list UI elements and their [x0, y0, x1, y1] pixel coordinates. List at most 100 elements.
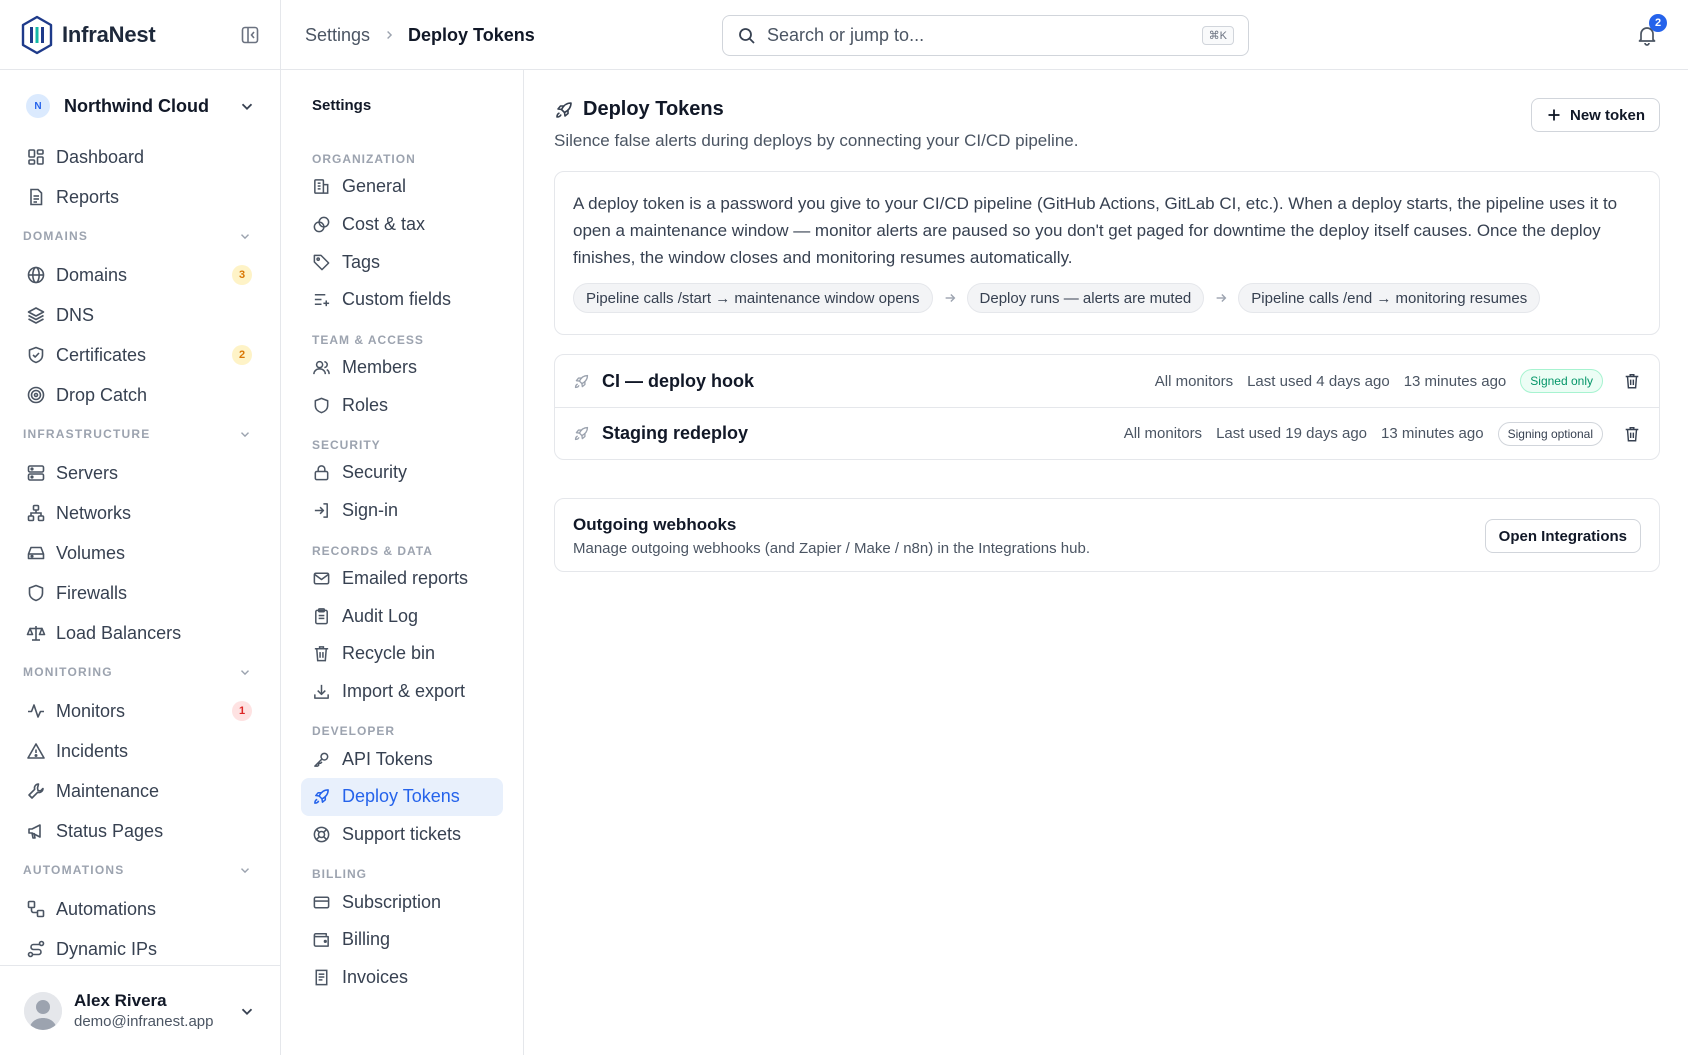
- life-buoy-icon: [313, 826, 330, 843]
- nav-item-dynamic-ips[interactable]: Dynamic IPs: [0, 929, 280, 969]
- nav-item-certificates[interactable]: Certificates 2: [0, 335, 280, 375]
- chevron-down-icon: [241, 234, 249, 240]
- rocket-icon: [556, 101, 572, 118]
- settings-item-import-export[interactable]: Import & export: [301, 673, 503, 711]
- infranest-logo-icon[interactable]: [20, 15, 54, 55]
- main-nav: Dashboard Reports DOMAINS Domains 3 DNS …: [0, 137, 280, 969]
- settings-item-audit-log[interactable]: Audit Log: [301, 597, 503, 635]
- activity-icon: [28, 704, 44, 718]
- shield-icon: [28, 584, 44, 602]
- wallet-icon: [313, 933, 329, 948]
- log-in-icon: [314, 503, 328, 519]
- settings-item-billing[interactable]: Billing: [301, 921, 503, 959]
- settings-item-label: Sign-in: [342, 500, 399, 521]
- network-icon: [27, 504, 45, 522]
- new-token-label: New token: [1569, 106, 1645, 124]
- settings-section-title: BILLING: [312, 867, 367, 882]
- nav-item-label: Firewalls: [56, 582, 128, 603]
- nav-item-volumes[interactable]: Volumes: [0, 533, 280, 573]
- nav-item-automations[interactable]: Automations: [0, 889, 280, 929]
- trash-icon[interactable]: [1623, 372, 1641, 390]
- nav-item-reports[interactable]: Reports: [0, 177, 280, 217]
- settings-item-label: General: [342, 176, 407, 197]
- org-switcher[interactable]: N Northwind Cloud: [26, 86, 256, 126]
- receipt-icon: [315, 969, 328, 986]
- shield-check-icon: [28, 346, 44, 364]
- rocket-icon: [574, 374, 589, 388]
- sidebar-collapse-icon[interactable]: [240, 25, 260, 45]
- download-icon: [314, 684, 329, 699]
- settings-item-deploy-tokens[interactable]: Deploy Tokens: [301, 777, 503, 816]
- nav-item-label: Certificates: [56, 344, 147, 365]
- settings-item-support-tickets[interactable]: Support tickets: [301, 816, 503, 854]
- settings-item-custom-fields[interactable]: Custom fields: [301, 281, 503, 319]
- count-badge: 3: [232, 265, 252, 285]
- search-shortcut-hint: ⌘K: [1201, 26, 1234, 45]
- nav-item-servers[interactable]: Servers: [0, 453, 280, 493]
- nav-item-monitors[interactable]: Monitors 1: [0, 691, 280, 731]
- settings-item-cost-tax[interactable]: Cost & tax: [301, 206, 503, 244]
- chevron-down-icon: [241, 1008, 253, 1015]
- settings-item-label: Deploy Tokens: [342, 786, 460, 807]
- arrow-right-icon: [1216, 294, 1227, 302]
- nav-item-label: DNS: [56, 304, 95, 325]
- clipboard-icon: [315, 607, 328, 624]
- settings-item-recycle-bin[interactable]: Recycle bin: [301, 635, 503, 673]
- breadcrumb-settings-link[interactable]: Settings: [305, 25, 370, 46]
- nav-item-dns[interactable]: DNS: [0, 295, 280, 335]
- open-integrations-button[interactable]: Open Integrations: [1484, 519, 1641, 553]
- nav-item-firewalls[interactable]: Firewalls: [0, 573, 280, 613]
- nav-item-load-balancers[interactable]: Load Balancers: [0, 613, 280, 653]
- server-icon: [27, 465, 45, 481]
- key-icon: [314, 752, 329, 767]
- nav-item-incidents[interactable]: Incidents: [0, 731, 280, 771]
- settings-item-roles[interactable]: Roles: [301, 386, 503, 424]
- trash-icon: [314, 646, 329, 662]
- settings-item-members[interactable]: Members: [301, 349, 503, 387]
- settings-item-security[interactable]: Security: [301, 454, 503, 492]
- nav-section-monitoring[interactable]: MONITORING: [0, 653, 280, 691]
- nav-item-domains[interactable]: Domains 3: [0, 255, 280, 295]
- settings-item-subscription[interactable]: Subscription: [301, 883, 503, 921]
- settings-item-emailed-reports[interactable]: Emailed reports: [301, 560, 503, 598]
- page-title: Deploy Tokens: [583, 98, 724, 120]
- shield-icon: [314, 397, 329, 414]
- user-menu[interactable]: Alex Rivera demo@infranest.app: [0, 965, 280, 1055]
- nav-item-networks[interactable]: Networks: [0, 493, 280, 533]
- nav-item-label: Dashboard: [56, 146, 145, 167]
- new-token-button[interactable]: New token: [1530, 98, 1660, 132]
- rocket-icon: [314, 789, 329, 805]
- nav-item-label: Load Balancers: [56, 622, 182, 643]
- token-last-used: Last used 4 days ago: [1247, 372, 1390, 390]
- nav-section-infrastructure[interactable]: INFRASTRUCTURE: [0, 415, 280, 453]
- nav-item-status-pages[interactable]: Status Pages: [0, 811, 280, 851]
- section-title: MONITORING: [23, 665, 113, 679]
- search-icon: [739, 27, 755, 44]
- chevron-right-icon: [387, 31, 393, 39]
- flow-step: Deploy runs — alerts are muted: [966, 283, 1205, 313]
- webhooks-description: Manage outgoing webhooks (and Zapier / M…: [573, 540, 1090, 557]
- settings-item-tags[interactable]: Tags: [301, 243, 503, 281]
- nav-item-label: Automations: [56, 898, 157, 919]
- credit-card-icon: [313, 896, 330, 909]
- section-title: INFRASTRUCTURE: [23, 427, 151, 441]
- nav-section-automations[interactable]: AUTOMATIONS: [0, 851, 280, 889]
- nav-item-drop-catch[interactable]: Drop Catch: [0, 375, 280, 415]
- search-input[interactable]: Search or jump to... ⌘K: [722, 15, 1249, 56]
- table-row[interactable]: Staging redeploy All monitors Last used …: [555, 407, 1659, 459]
- trash-icon[interactable]: [1623, 425, 1641, 443]
- breadcrumb-current: Deploy Tokens: [408, 24, 535, 45]
- nav-section-domains[interactable]: DOMAINS: [0, 217, 280, 255]
- settings-item-label: Billing: [342, 929, 391, 950]
- top-bar: Settings Deploy Tokens Search or jump to…: [281, 0, 1688, 70]
- settings-item-label: Subscription: [342, 891, 442, 912]
- table-row[interactable]: CI — deploy hook All monitors Last used …: [555, 355, 1659, 407]
- users-icon: [313, 360, 330, 375]
- globe-icon: [27, 266, 45, 284]
- settings-item-api-tokens[interactable]: API Tokens: [301, 740, 503, 778]
- nav-item-maintenance[interactable]: Maintenance: [0, 771, 280, 811]
- settings-item-sign-in[interactable]: Sign-in: [301, 492, 503, 530]
- settings-item-general[interactable]: General: [301, 168, 503, 206]
- nav-item-dashboard[interactable]: Dashboard: [0, 137, 280, 177]
- settings-item-invoices[interactable]: Invoices: [301, 959, 503, 997]
